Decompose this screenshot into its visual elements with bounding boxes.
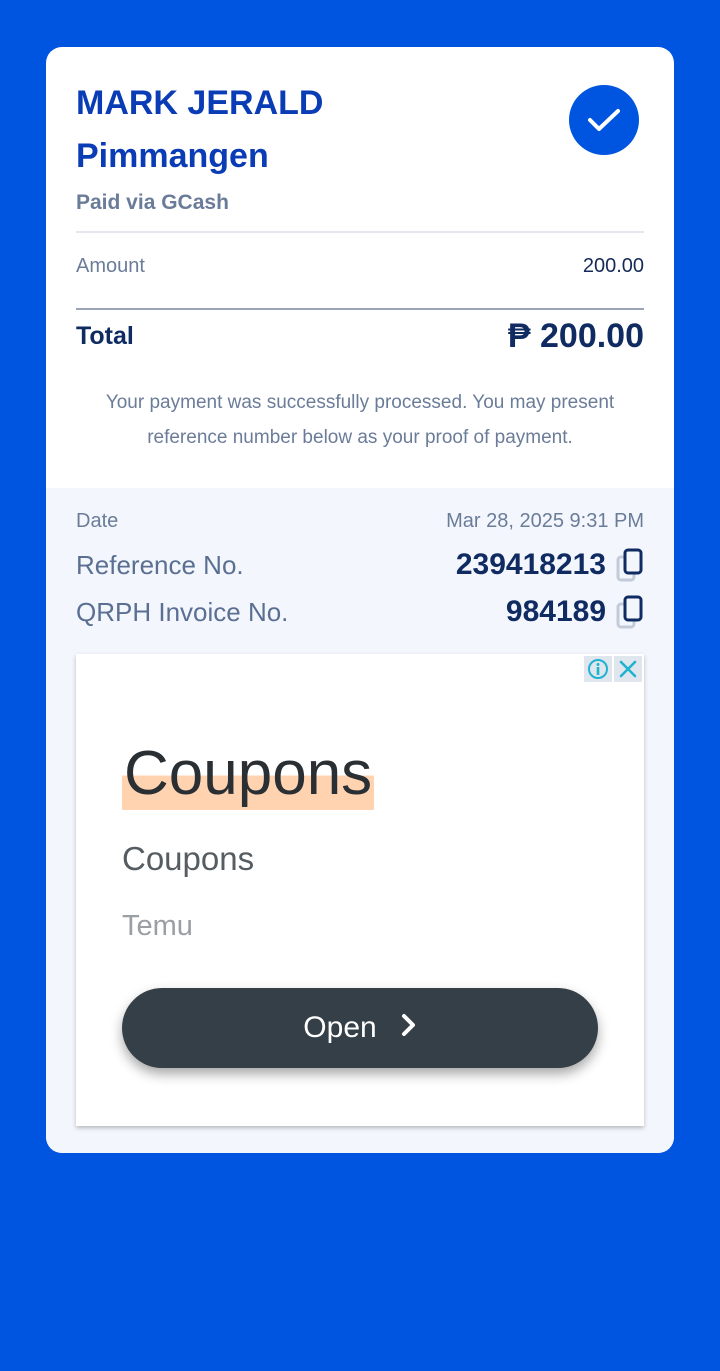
receipt-card: MARK JERALD Pimmangen Paid via GCash Amo… bbox=[46, 47, 674, 1153]
ad-info-icon[interactable] bbox=[584, 656, 612, 682]
ad-close-icon[interactable] bbox=[614, 656, 642, 682]
invoice-value-group: 984189 bbox=[506, 595, 644, 629]
reference-row: Reference No. 239418213 bbox=[76, 548, 644, 582]
transaction-details: Date Mar 28, 2025 9:31 PM Reference No. … bbox=[46, 488, 674, 1153]
payee-name-line2: Pimmangen bbox=[76, 137, 269, 175]
amount-row: Amount 200.00 bbox=[76, 255, 644, 278]
ad-subtitle: Coupons bbox=[122, 840, 255, 877]
paid-via-label: Paid via GCash bbox=[76, 191, 229, 214]
invoice-value: 984189 bbox=[505, 595, 606, 628]
reference-value-group: 239418213 bbox=[456, 548, 644, 582]
date-label: Date bbox=[76, 510, 119, 532]
amount-label: Amount bbox=[76, 255, 145, 277]
payee-name-line1: MARK JERALD bbox=[76, 84, 324, 122]
reference-value: 239418213 bbox=[455, 548, 606, 581]
date-row: Date Mar 28, 2025 9:31 PM bbox=[76, 510, 644, 533]
total-row: Total ₱ 200.00 bbox=[76, 317, 644, 356]
reference-label: Reference No. bbox=[76, 549, 244, 580]
amount-value: 200.00 bbox=[582, 255, 644, 277]
ad-open-button[interactable]: Open bbox=[122, 988, 598, 1068]
ad-controls bbox=[584, 656, 642, 682]
divider bbox=[76, 308, 644, 310]
success-message: Your payment was successfully processed.… bbox=[105, 392, 615, 448]
copy-icon[interactable] bbox=[616, 595, 644, 629]
chevron-right-icon bbox=[401, 1011, 417, 1045]
total-value: ₱ 200.00 bbox=[507, 317, 644, 355]
copy-icon[interactable] bbox=[616, 548, 644, 582]
invoice-row: QRPH Invoice No. 984189 bbox=[76, 595, 644, 629]
receipt-header: MARK JERALD Pimmangen Paid via GCash Amo… bbox=[46, 47, 674, 488]
ad-banner[interactable]: Coupons Coupons Temu Open bbox=[76, 654, 644, 1126]
date-value: Mar 28, 2025 9:31 PM bbox=[446, 510, 644, 532]
payee-name: MARK JERALD Pimmangen bbox=[76, 77, 496, 183]
ad-brand: Temu bbox=[122, 910, 193, 942]
invoice-label: QRPH Invoice No. bbox=[76, 596, 289, 627]
ad-open-label: Open bbox=[303, 1011, 377, 1044]
total-label: Total bbox=[76, 322, 134, 350]
success-check-icon bbox=[569, 85, 639, 155]
ad-title: Coupons bbox=[122, 738, 375, 810]
divider bbox=[76, 231, 644, 233]
